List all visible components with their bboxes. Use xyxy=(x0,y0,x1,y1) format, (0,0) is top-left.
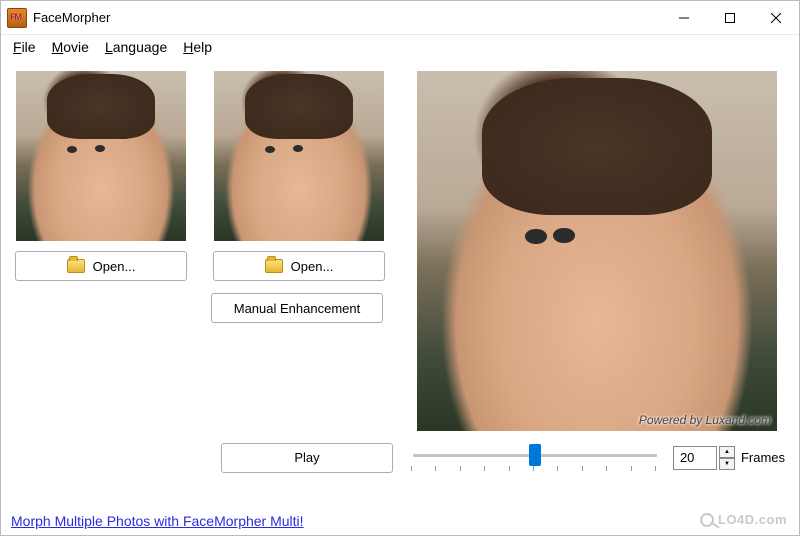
play-button[interactable]: Play xyxy=(221,443,393,473)
frames-input[interactable] xyxy=(673,446,717,470)
play-button-label: Play xyxy=(294,450,319,465)
face-photo xyxy=(417,71,777,431)
minimize-button[interactable] xyxy=(661,1,707,34)
window-controls xyxy=(661,1,799,34)
magnifier-icon xyxy=(700,513,714,527)
menubar: File Movie Language Help xyxy=(1,35,799,63)
frames-control: ▲ ▼ Frames xyxy=(673,446,785,470)
frames-up-button[interactable]: ▲ xyxy=(719,446,735,458)
open-button-2[interactable]: Open... xyxy=(213,251,385,281)
site-watermark-text: LO4D.com xyxy=(718,512,787,527)
left-column: Open... Open... Manual Enhancement xyxy=(15,71,405,431)
frames-down-button[interactable]: ▼ xyxy=(719,458,735,470)
frames-label: Frames xyxy=(741,450,785,465)
source-image-2[interactable] xyxy=(214,71,384,241)
right-column: Powered by Luxand.com xyxy=(417,71,785,431)
menu-movie[interactable]: Movie xyxy=(52,39,89,55)
source-image-block-2: Open... xyxy=(213,71,385,281)
controls-row: Play ▲ ▼ Frames xyxy=(1,441,799,482)
manual-enhancement-button[interactable]: Manual Enhancement xyxy=(211,293,383,323)
footer-promo-link[interactable]: Morph Multiple Photos with FaceMorpher M… xyxy=(11,513,304,529)
frames-spinner: ▲ ▼ xyxy=(719,446,735,470)
app-icon xyxy=(7,8,27,28)
content-area: Open... Open... Manual Enhancement xyxy=(1,63,799,431)
preview-image[interactable]: Powered by Luxand.com xyxy=(417,71,777,431)
slider-ticks xyxy=(411,466,655,474)
face-photo xyxy=(16,71,186,241)
source-image-1[interactable] xyxy=(16,71,186,241)
close-button[interactable] xyxy=(753,1,799,34)
titlebar: FaceMorpher xyxy=(1,1,799,35)
site-watermark: LO4D.com xyxy=(700,512,787,527)
folder-icon xyxy=(265,259,283,273)
manual-enhancement-label: Manual Enhancement xyxy=(234,301,360,316)
open-button-2-label: Open... xyxy=(291,259,334,274)
menu-file[interactable]: File xyxy=(13,39,36,55)
app-title: FaceMorpher xyxy=(33,10,661,25)
face-photo xyxy=(214,71,384,241)
maximize-button[interactable] xyxy=(707,1,753,34)
folder-icon xyxy=(67,259,85,273)
morph-slider[interactable] xyxy=(413,443,657,467)
watermark-text: Powered by Luxand.com xyxy=(639,413,771,427)
source-image-block-1: Open... xyxy=(15,71,187,281)
open-button-1-label: Open... xyxy=(93,259,136,274)
thumbnail-row: Open... Open... xyxy=(15,71,405,281)
menu-help[interactable]: Help xyxy=(183,39,212,55)
morph-slider-wrap xyxy=(407,441,659,474)
app-window: FaceMorpher File Movie Language Help xyxy=(0,0,800,536)
open-button-1[interactable]: Open... xyxy=(15,251,187,281)
menu-language[interactable]: Language xyxy=(105,39,167,55)
